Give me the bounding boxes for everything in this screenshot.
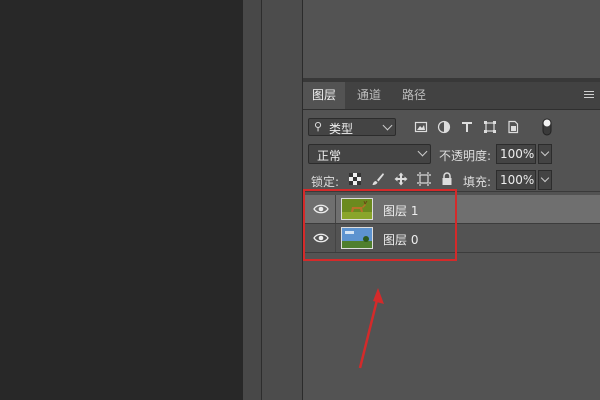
tab-channels[interactable]: 通道 — [347, 82, 391, 109]
filter-kind-select[interactable]: ⚲ 类型 — [308, 118, 396, 136]
lock-position-icon[interactable] — [394, 172, 408, 186]
fill-field[interactable]: 100% — [496, 170, 536, 190]
chevron-down-icon — [417, 146, 428, 157]
chevron-down-icon — [540, 173, 550, 183]
toolbar-strip — [243, 0, 261, 400]
panel-menu-icon[interactable] — [584, 91, 594, 100]
tab-paths[interactable]: 路径 — [392, 82, 436, 109]
panel-tab-bar: 图层 通道 路径 — [303, 82, 600, 110]
document-canvas-area[interactable] — [0, 0, 243, 400]
lock-image-pixels-icon[interactable] — [371, 172, 385, 186]
filter-kind-label: 类型 — [329, 122, 354, 136]
opacity-field[interactable]: 100% — [496, 144, 536, 164]
fill-dropdown-button[interactable] — [538, 170, 552, 190]
blend-row: 正常 不透明度: 100% — [303, 144, 600, 164]
blend-mode-select[interactable]: 正常 — [308, 144, 431, 164]
search-icon: ⚲ — [314, 120, 323, 133]
image-filter-icon[interactable] — [414, 120, 428, 134]
fill-label: 填充: — [463, 175, 492, 189]
filter-toggle-icon[interactable] — [542, 118, 552, 136]
highlight-box — [303, 189, 457, 261]
lock-artboard-icon[interactable] — [417, 172, 431, 186]
adjustment-filter-icon[interactable] — [437, 120, 451, 134]
opacity-label: 不透明度: — [439, 149, 492, 163]
collapsed-panel-column — [262, 0, 302, 400]
layer-filter-row: ⚲ 类型 — [303, 118, 600, 138]
shape-filter-icon[interactable] — [483, 120, 497, 134]
lock-row: 锁定: 填充: 100% — [303, 170, 600, 190]
arrow-icon — [358, 288, 384, 369]
blend-mode-value: 正常 — [317, 149, 342, 163]
chevron-down-icon — [382, 120, 393, 131]
chevron-down-icon — [540, 147, 550, 157]
smart-object-filter-icon[interactable] — [506, 120, 520, 134]
tab-layers[interactable]: 图层 — [303, 82, 345, 109]
lock-all-icon[interactable] — [440, 172, 454, 186]
lock-label: 锁定: — [311, 175, 340, 189]
upper-panel — [303, 0, 600, 78]
lock-transparent-pixels-icon[interactable] — [348, 172, 362, 186]
opacity-dropdown-button[interactable] — [538, 144, 552, 164]
type-filter-icon[interactable] — [460, 120, 474, 134]
